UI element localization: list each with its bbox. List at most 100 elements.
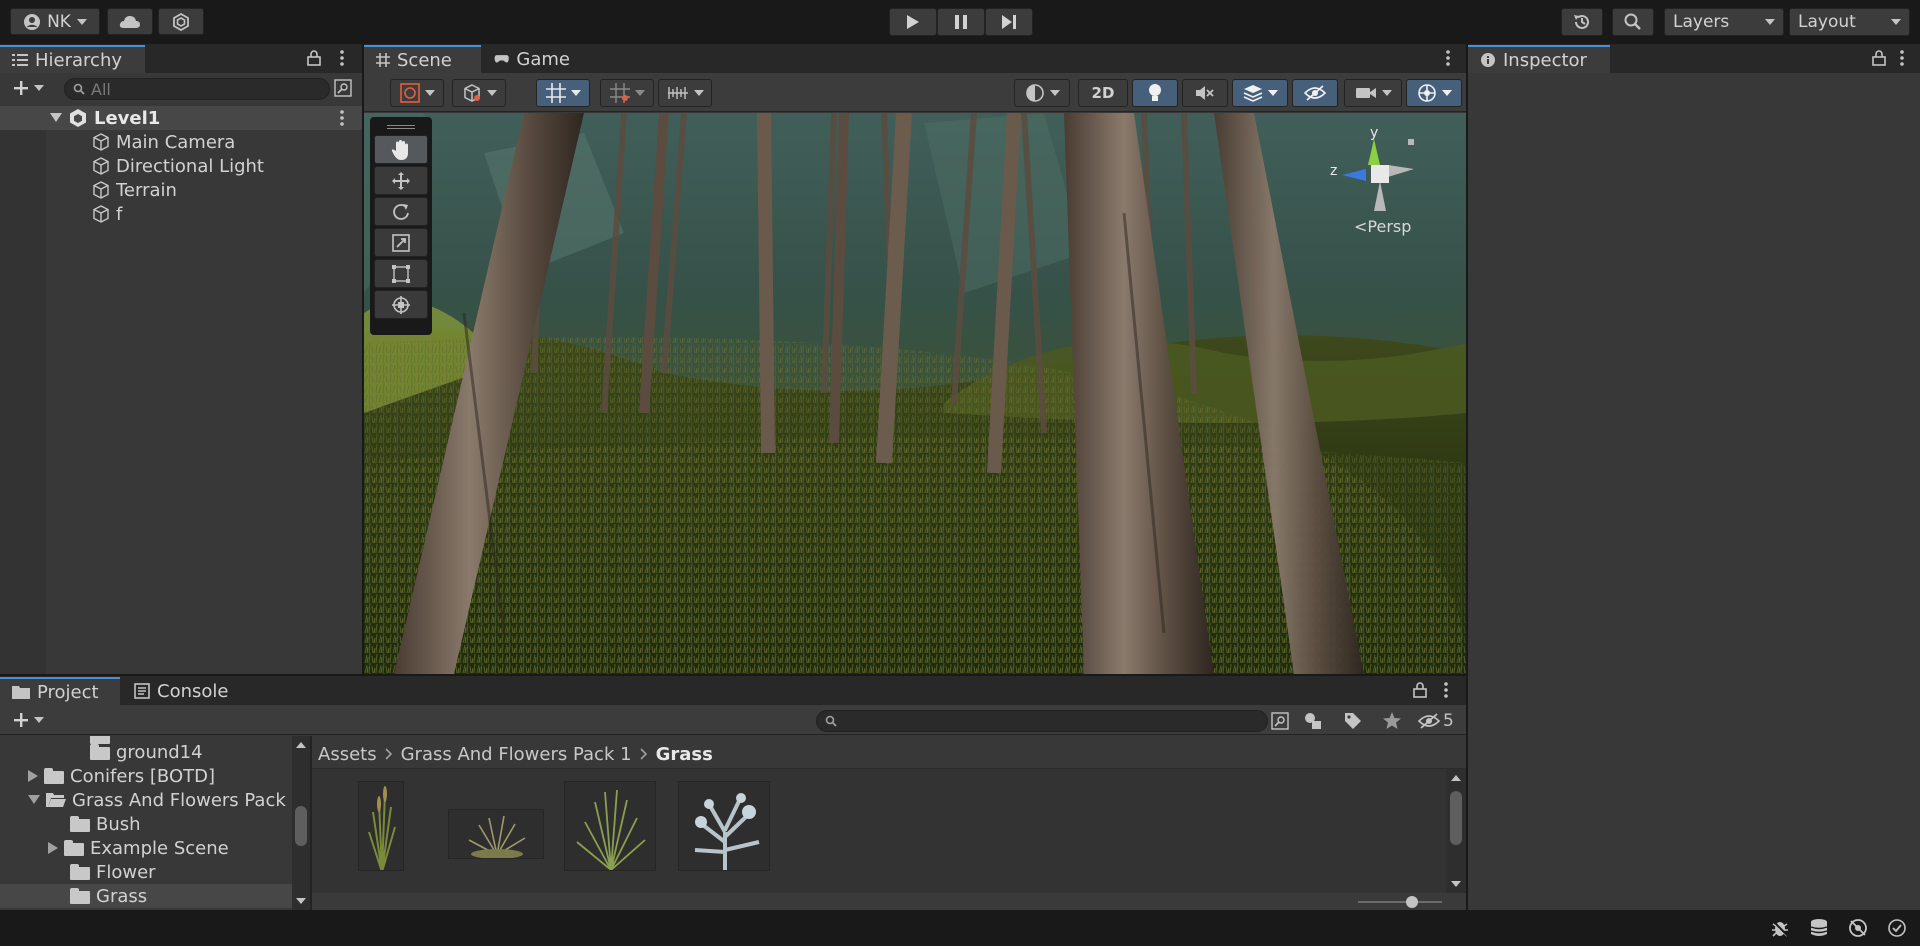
- folder-row[interactable]: ground14: [90, 740, 203, 764]
- overlay-drag-handle[interactable]: [370, 121, 432, 133]
- gizmos-dropdown[interactable]: [1406, 79, 1462, 107]
- slider-handle[interactable]: [1406, 896, 1418, 908]
- scene-viewport[interactable]: y z <Persp: [364, 113, 1466, 674]
- collapsed-arrow-icon[interactable]: [28, 770, 38, 782]
- layout-dropdown[interactable]: Layout: [1789, 8, 1910, 36]
- effects-dropdown[interactable]: [1232, 79, 1288, 107]
- layers-dropdown[interactable]: Layers: [1664, 8, 1784, 36]
- scroll-down-icon[interactable]: [292, 894, 310, 908]
- tab-inspector[interactable]: Inspector: [1468, 45, 1610, 73]
- favorite-star-icon[interactable]: [1382, 711, 1402, 731]
- draw-mode-dropdown[interactable]: [390, 79, 444, 107]
- scale-tool-button[interactable]: [374, 228, 428, 257]
- asset-thumbnail[interactable]: [358, 781, 404, 871]
- tab-scene[interactable]: Scene: [364, 45, 481, 73]
- lighting-toggle[interactable]: [1132, 79, 1178, 107]
- scale-icon: [392, 233, 410, 252]
- cloud-button[interactable]: [107, 8, 153, 35]
- grid-snap-toggle[interactable]: [536, 79, 590, 107]
- ruler-dropdown[interactable]: [658, 79, 712, 107]
- eye-hidden-icon: [1418, 713, 1440, 729]
- increment-snap-dropdown[interactable]: [600, 79, 654, 107]
- breadcrumb-item[interactable]: Assets: [318, 744, 377, 765]
- fx-dropdown[interactable]: [1014, 79, 1070, 107]
- tree-scrollbar[interactable]: [292, 736, 310, 910]
- hierarchy-item[interactable]: f: [92, 202, 122, 226]
- kebab-menu-icon[interactable]: [336, 110, 348, 126]
- projection-label[interactable]: <Persp: [1354, 217, 1411, 236]
- cache-server-icon[interactable]: [1808, 918, 1830, 938]
- lock-icon[interactable]: [1871, 50, 1887, 66]
- plus-icon: [13, 713, 28, 727]
- move-tool-button[interactable]: [374, 166, 428, 195]
- create-asset-dropdown[interactable]: [8, 710, 48, 730]
- scene-visibility-toggle[interactable]: [1292, 79, 1338, 107]
- scroll-down-icon[interactable]: [1446, 877, 1466, 891]
- filter-type-icon[interactable]: [1303, 711, 1323, 731]
- scroll-thumb[interactable]: [295, 806, 307, 846]
- inspector-panel: Inspector: [1468, 44, 1920, 910]
- kebab-menu-icon[interactable]: [1896, 50, 1908, 66]
- filter-label-icon[interactable]: [1343, 711, 1363, 731]
- folder-row[interactable]: Grass: [70, 884, 147, 908]
- hierarchy-search[interactable]: All: [64, 78, 330, 100]
- asset-thumbnail[interactable]: [678, 781, 770, 871]
- debug-bug-icon[interactable]: [1769, 918, 1791, 938]
- hierarchy-item[interactable]: Main Camera: [92, 130, 235, 154]
- chevron-down-icon: [33, 717, 44, 723]
- 2d-toggle[interactable]: 2D: [1078, 79, 1128, 107]
- search-by-type-icon[interactable]: [334, 79, 352, 97]
- hidden-packages-toggle[interactable]: 5: [1418, 710, 1462, 732]
- play-button[interactable]: [889, 8, 937, 36]
- account-dropdown[interactable]: NK: [10, 8, 100, 35]
- rotate-tool-button[interactable]: [374, 197, 428, 226]
- folder-icon: [70, 816, 90, 832]
- hierarchy-item[interactable]: Directional Light: [92, 154, 264, 178]
- tab-hierarchy[interactable]: Hierarchy: [0, 45, 145, 73]
- tab-game[interactable]: Game: [482, 45, 582, 73]
- search-by-type-icon[interactable]: [1270, 711, 1290, 731]
- folder-row[interactable]: Flower: [70, 860, 156, 884]
- folder-row[interactable]: Conifers [BOTD]: [28, 764, 215, 788]
- tab-console[interactable]: Console: [122, 677, 250, 705]
- scroll-up-icon[interactable]: [1446, 771, 1466, 785]
- folder-row[interactable]: Bush: [70, 812, 141, 836]
- asset-thumbnail[interactable]: [564, 781, 656, 871]
- transform-tool-button[interactable]: [374, 290, 428, 319]
- hierarchy-item[interactable]: Terrain: [92, 178, 177, 202]
- pause-button[interactable]: [937, 8, 985, 36]
- search-button[interactable]: [1612, 8, 1654, 36]
- lock-icon[interactable]: [1412, 682, 1428, 698]
- breadcrumb-item[interactable]: Grass And Flowers Pack 1: [401, 744, 632, 765]
- scroll-up-icon[interactable]: [292, 738, 310, 752]
- progress-check-icon[interactable]: [1886, 918, 1908, 938]
- hierarchy-item-label: Directional Light: [116, 155, 264, 177]
- rect-tool-button[interactable]: [374, 259, 428, 288]
- undo-history-button[interactable]: [1561, 8, 1603, 36]
- kebab-menu-icon[interactable]: [336, 50, 348, 66]
- expand-arrow-icon[interactable]: [50, 113, 62, 123]
- kebab-menu-icon[interactable]: [1440, 682, 1452, 698]
- collab-button[interactable]: [158, 8, 204, 35]
- grid-scrollbar[interactable]: [1446, 769, 1466, 893]
- project-search[interactable]: [816, 710, 1268, 732]
- tab-project[interactable]: Project: [0, 677, 120, 705]
- step-button[interactable]: [985, 8, 1033, 36]
- shading-dropdown[interactable]: [452, 79, 506, 107]
- breadcrumb-item[interactable]: Grass: [656, 744, 713, 765]
- orientation-gizmo[interactable]: y z <Persp: [1324, 125, 1434, 236]
- hand-tool-button[interactable]: [374, 135, 428, 164]
- folder-row[interactable]: Example Scene: [48, 836, 229, 860]
- folder-row[interactable]: Grass And Flowers Pack: [28, 788, 286, 812]
- collapsed-arrow-icon[interactable]: [48, 842, 58, 854]
- expand-arrow-icon[interactable]: [28, 795, 40, 805]
- auto-generate-lighting-icon[interactable]: [1847, 918, 1869, 938]
- thumbnail-size-slider[interactable]: [1358, 895, 1442, 909]
- camera-dropdown[interactable]: [1344, 79, 1402, 107]
- asset-thumbnail[interactable]: [448, 809, 544, 859]
- lock-icon[interactable]: [306, 50, 322, 66]
- scroll-thumb[interactable]: [1450, 791, 1462, 845]
- audio-toggle[interactable]: [1182, 79, 1228, 107]
- create-dropdown[interactable]: [8, 78, 48, 98]
- kebab-menu-icon[interactable]: [1442, 50, 1454, 66]
